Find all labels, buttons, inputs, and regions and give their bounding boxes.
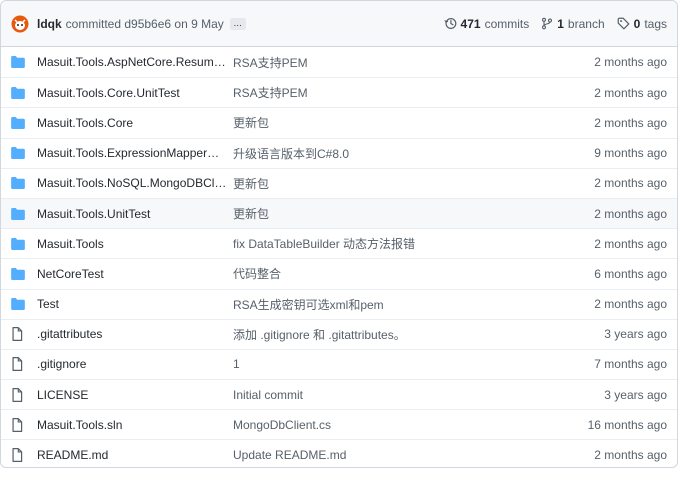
file-icon <box>11 448 25 462</box>
latest-commit-bar: ldqk committed d95b6e6 on 9 May … 471 co… <box>1 1 677 47</box>
commit-age: 2 months ago <box>594 297 667 312</box>
commit-message-link[interactable]: MongoDbClient.cs <box>227 418 588 432</box>
file-name-link[interactable]: LICENSE <box>37 388 227 402</box>
file-row[interactable]: Masuit.Tools.ExpressionMapperBenchm...升级… <box>1 137 677 168</box>
file-icon <box>11 387 25 402</box>
commit-message-link[interactable]: RSA支持PEM <box>227 54 594 71</box>
commit-message-link[interactable]: RSA生成密钥可选xml和pem <box>227 296 594 313</box>
commit-age: 9 months ago <box>594 146 667 161</box>
file-row[interactable]: Masuit.Tools.sln MongoDbClient.cs 16 month… <box>1 409 677 439</box>
file-row[interactable]: .gitignore 1 7 months ago <box>1 348 677 379</box>
commit-message-link[interactable]: 更新包 <box>227 205 594 222</box>
commit-age: 6 months ago <box>594 266 667 281</box>
commit-info: ldqk committed d95b6e6 on 9 May … <box>11 15 444 33</box>
commit-age: 2 months ago <box>594 115 667 130</box>
expand-commit-message-button[interactable]: … <box>229 17 246 30</box>
file-row[interactable]: Masuit.Tools.NoSQL.MongoDBClient... 更新包 2 … <box>1 167 677 198</box>
file-row[interactable]: NetCoreTest 代码整合 6 months ago <box>1 258 677 288</box>
commit-message-link[interactable]: Initial commit <box>227 388 604 402</box>
file-name-link[interactable]: Test <box>37 297 227 311</box>
file-row[interactable]: README.md Update README.md 2 months ago <box>1 439 677 467</box>
file-name-link[interactable]: Masuit.Tools.Core <box>37 116 227 130</box>
folder-icon <box>11 176 25 190</box>
file-name-link[interactable]: .gitattributes <box>37 327 227 341</box>
file-name-link[interactable]: README.md <box>37 448 227 462</box>
commit-message-link[interactable]: 代码整合 <box>227 265 594 282</box>
commit-message-link[interactable]: RSA支持PEM <box>227 84 594 101</box>
commit-message-link[interactable]: fix DataTableBuilder 动态方法报错 <box>227 235 594 252</box>
commit-age: 2 months ago <box>594 448 667 463</box>
octocat-avatar-icon[interactable] <box>11 15 29 33</box>
commit-age: 2 months ago <box>594 236 667 251</box>
branches-link[interactable]: 1 branch <box>541 16 605 31</box>
file-row[interactable]: .gitattributes 添加 .gitignore 和 .gitattrib… <box>1 318 677 349</box>
commit-age: 2 months ago <box>594 55 667 70</box>
branch-label: branch <box>567 16 605 31</box>
file-row[interactable]: Masuit.Tools.Core.UnitTest RSA支持PEM 2 mont… <box>1 77 677 107</box>
file-name-link[interactable]: Masuit.Tools.sln <box>37 418 227 432</box>
file-row[interactable]: Masuit.Tools.UnitTest 更新包 2 months ago <box>1 197 677 229</box>
file-name-link[interactable]: Masuit.Tools.ExpressionMapperBenchm... <box>37 146 227 160</box>
file-icon <box>11 327 25 342</box>
commits-label: commits <box>484 16 530 31</box>
file-name-link[interactable]: Masuit.Tools.AspNetCore.ResumeFile... <box>37 55 227 69</box>
file-browser: ldqk committed d95b6e6 on 9 May … 471 co… <box>0 0 678 468</box>
commit-message-link[interactable]: 更新包 <box>227 114 594 131</box>
commit-age: 2 months ago <box>594 206 667 221</box>
git-branch-icon <box>542 17 553 30</box>
file-name-link[interactable]: Masuit.Tools.UnitTest <box>37 207 227 221</box>
file-name-link[interactable]: .gitignore <box>37 357 227 371</box>
folder-icon <box>11 146 25 160</box>
file-name-link[interactable]: Masuit.Tools <box>37 237 227 251</box>
folder-icon <box>11 237 25 251</box>
commit-message-link[interactable]: 升级语言版本到C#8.0 <box>227 145 594 162</box>
commit-age: 7 months ago <box>594 357 667 372</box>
file-row[interactable]: Masuit.Tools.AspNetCore.ResumeFile...RSA… <box>1 47 677 77</box>
tags-link[interactable]: 0 tags <box>617 17 667 31</box>
commit-age: 16 months ago <box>587 417 667 432</box>
tag-icon <box>617 17 630 30</box>
commit-message-link[interactable]: 1 <box>227 357 594 371</box>
commit-age: 3 years ago <box>604 387 667 402</box>
commit-age: 3 years ago <box>604 327 667 342</box>
commit-message-link[interactable]: 添加 .gitignore 和 .gitattributes。 <box>227 326 604 343</box>
file-icon <box>11 417 25 432</box>
repo-stats: 471 commits 1 branch 0 tags <box>443 16 667 31</box>
folder-icon <box>11 297 25 311</box>
history-icon <box>443 18 456 29</box>
folder-icon <box>11 207 25 221</box>
branch-count: 1 <box>557 16 564 31</box>
commit-message-link[interactable]: Update README.md <box>227 448 594 462</box>
tags-label: tags <box>644 16 667 31</box>
file-row[interactable]: Test RSA生成密钥可选xml和pem 2 months ago <box>1 288 677 319</box>
commits-count: 471 <box>460 16 481 31</box>
commit-author-link[interactable]: ldqk <box>37 17 62 31</box>
file-name-link[interactable]: Masuit.Tools.Core.UnitTest <box>37 86 227 100</box>
file-list: Masuit.Tools.AspNetCore.ResumeFile...RSA… <box>1 47 677 467</box>
commit-summary[interactable]: committed d95b6e6 on 9 May <box>66 17 224 31</box>
folder-icon <box>11 116 25 130</box>
folder-icon <box>11 267 25 281</box>
file-name-link[interactable]: Masuit.Tools.NoSQL.MongoDBClient... <box>37 176 227 190</box>
file-row[interactable]: Masuit.Tools.Core 更新包 2 months ago <box>1 107 677 137</box>
folder-icon <box>11 55 25 69</box>
commits-link[interactable]: 471 commits <box>443 16 530 31</box>
commit-age: 2 months ago <box>594 85 667 100</box>
commit-message-link[interactable]: 更新包 <box>227 175 594 192</box>
file-icon <box>11 357 25 372</box>
folder-icon <box>11 86 25 100</box>
tags-count: 0 <box>633 16 641 31</box>
file-row[interactable]: LICENSE Initial commit 3 years ago <box>1 379 677 409</box>
commit-age: 2 months ago <box>594 176 667 191</box>
file-name-link[interactable]: NetCoreTest <box>37 267 227 281</box>
file-row[interactable]: Masuit.Tools fix DataTableBuilder 动态方法报错 2… <box>1 228 677 258</box>
